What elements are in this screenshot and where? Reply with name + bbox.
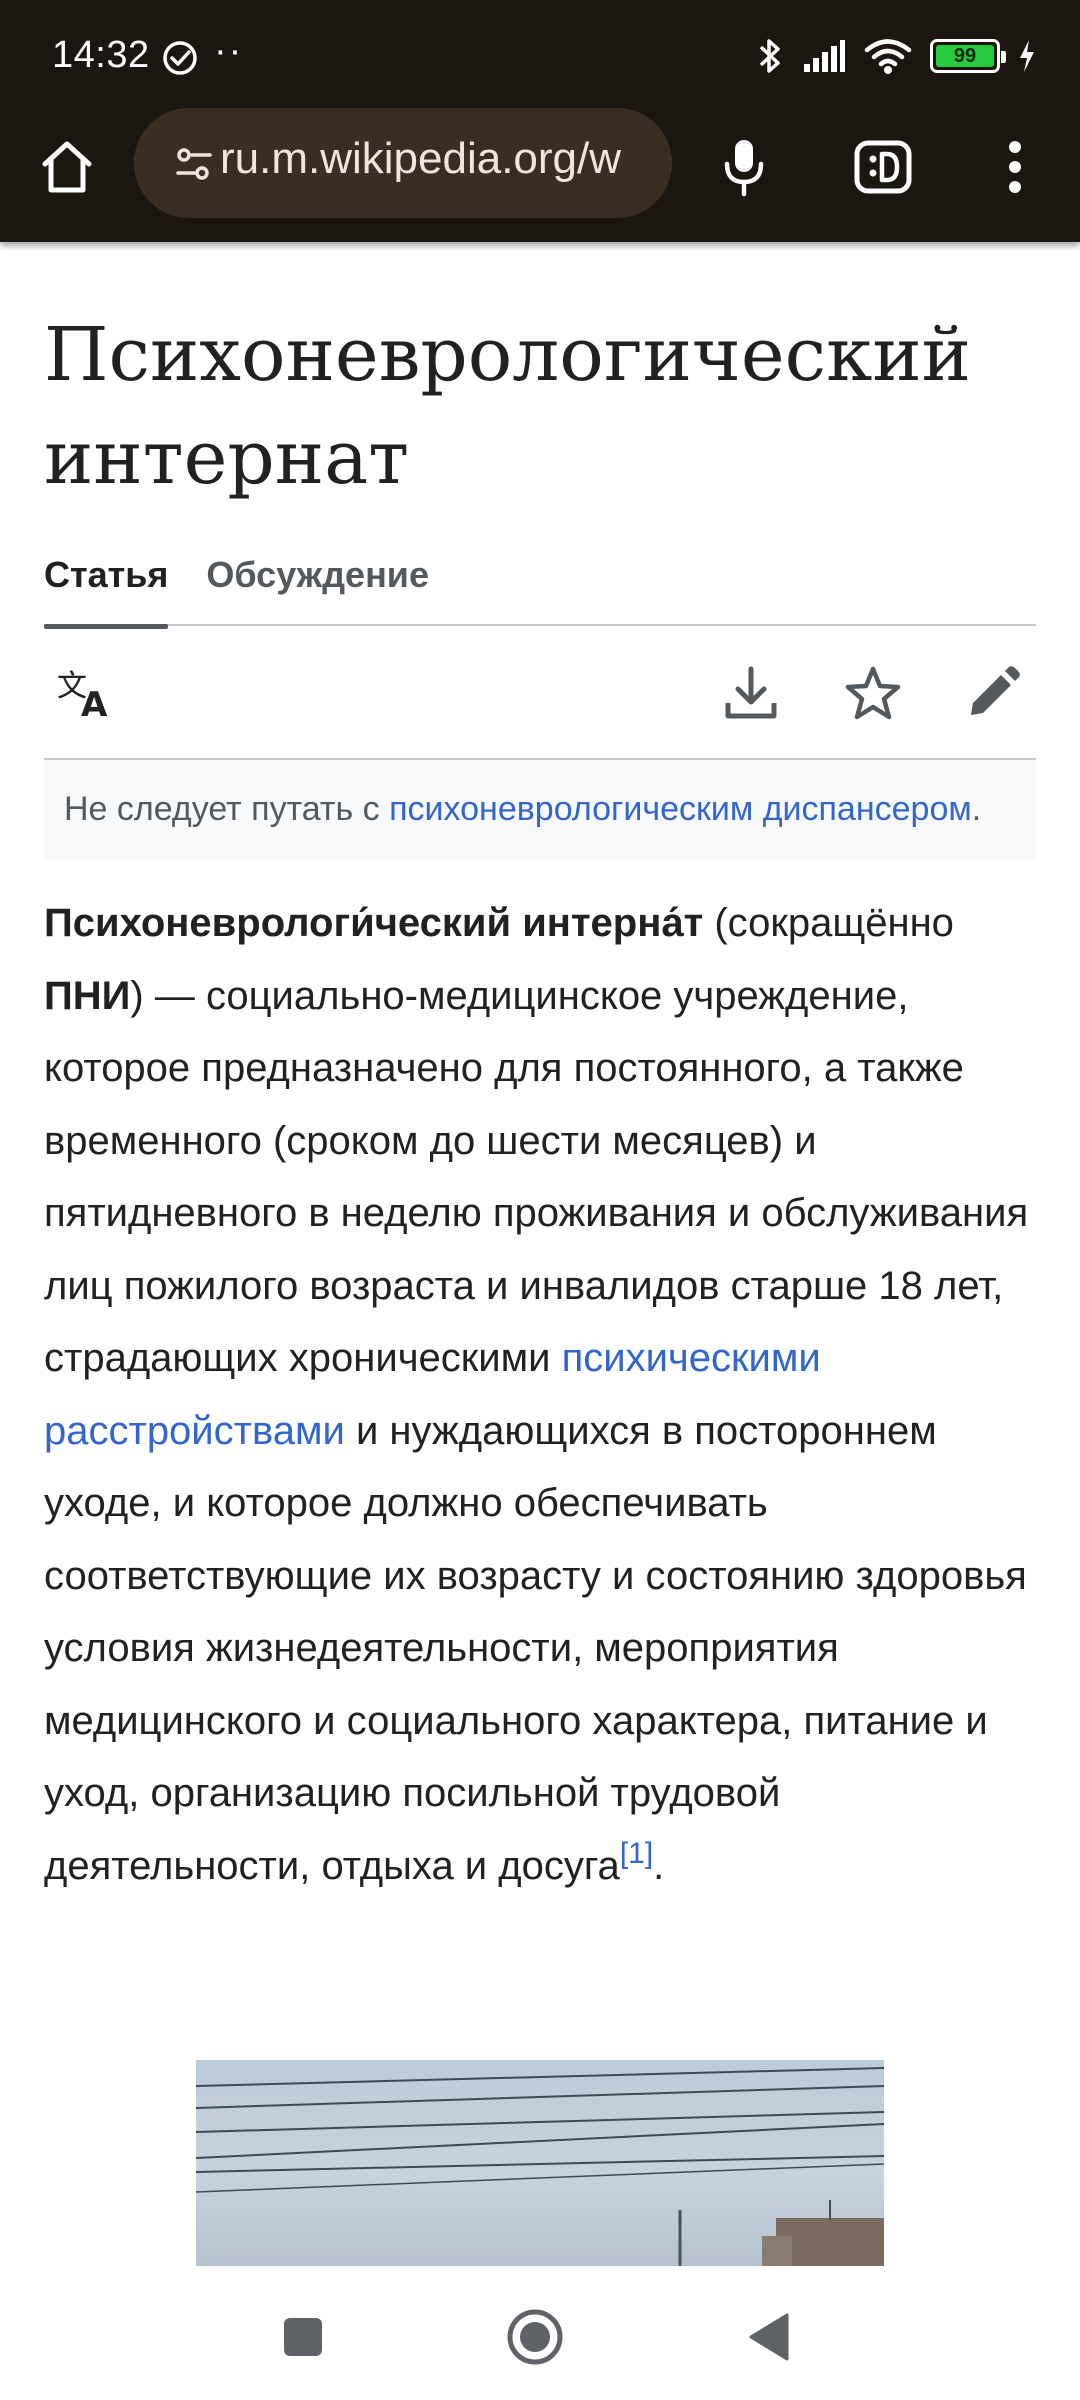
charging-icon	[1020, 40, 1034, 72]
page-title: Психоневрологический интернат	[44, 312, 971, 501]
edit-pencil-icon	[971, 666, 1020, 715]
url-text[interactable]: ru.m.wikipedia.org/w	[220, 134, 621, 184]
status-time: 14:32	[52, 34, 150, 76]
back-button[interactable]	[734, 2302, 804, 2372]
extension-button[interactable]	[848, 132, 918, 202]
article: Психоневрологический интернат Статья Обс…	[44, 242, 1036, 1902]
hatnote-suffix: .	[971, 790, 982, 828]
watch-button[interactable]	[840, 660, 906, 726]
extension-icon	[854, 140, 912, 194]
lead-text-3: и нуждающихся в постороннем уходе, и кот…	[44, 1408, 1027, 1888]
site-settings-icon[interactable]	[174, 144, 214, 184]
page-actions: 文 A	[44, 626, 1036, 760]
sync-icon	[163, 41, 197, 75]
browser-chrome: 14:32 ·· 99 ru.m.wikipedia.org/w	[0, 0, 1080, 242]
hatnote-prefix: Не следует путать с	[64, 790, 390, 828]
more-menu-button[interactable]	[990, 130, 1040, 204]
tab-talk[interactable]: Обсуждение	[206, 546, 429, 626]
notification-dots: ··	[214, 30, 244, 72]
bluetooth-icon	[759, 39, 780, 73]
voice-search-button[interactable]	[712, 130, 776, 204]
lead-paragraph: Психоневрологи́ческий интерна́т (сокращё…	[44, 887, 1036, 1902]
system-navigation-bar	[0, 2270, 1080, 2400]
battery-level: 99	[936, 45, 994, 67]
wifi-icon	[864, 39, 912, 74]
page-tabs: Статья Обсуждение	[44, 546, 1036, 629]
hatnote-link[interactable]: психоневрологическим диспансером	[389, 790, 972, 828]
tab-article[interactable]: Статья	[44, 546, 169, 629]
home-icon	[42, 141, 92, 193]
reference-link[interactable]: [1]	[620, 1837, 653, 1870]
back-triangle-icon	[749, 2313, 789, 2361]
lead-term: Психоневрологи́ческий интерна́т	[44, 901, 704, 945]
article-image[interactable]	[196, 2060, 884, 2266]
more-menu-icon	[1009, 141, 1021, 193]
lead-text-2: ) — социально-медицинское учреждение, ко…	[44, 973, 1029, 1381]
battery-icon: 99	[930, 39, 1006, 73]
edit-button[interactable]	[960, 660, 1026, 726]
lead-end: .	[653, 1843, 665, 1888]
sky-with-power-lines-image	[196, 2067, 884, 2266]
watch-star-icon	[845, 666, 901, 720]
browser-toolbar: ru.m.wikipedia.org/w	[0, 108, 1080, 236]
svg-text:A: A	[81, 685, 108, 720]
signal-icon	[804, 40, 845, 72]
hatnote: Не следует путать с психоневрологическим…	[44, 760, 1036, 861]
language-icon: 文 A	[57, 669, 108, 720]
recents-button[interactable]	[268, 2302, 338, 2372]
mic-icon	[724, 140, 764, 197]
home-nav-button[interactable]	[500, 2302, 570, 2372]
address-bar[interactable]: ru.m.wikipedia.org/w	[134, 108, 672, 218]
lead-abbr: ПНИ	[44, 973, 131, 1018]
language-button[interactable]: 文 A	[52, 660, 118, 726]
status-icons: 99	[756, 36, 1036, 76]
home-button[interactable]	[30, 130, 104, 204]
lead-text-1: (сокращённо	[703, 901, 954, 945]
status-bar: 14:32 ·· 99	[0, 0, 1080, 112]
recents-square-icon	[284, 2318, 322, 2356]
download-icon	[725, 666, 777, 719]
home-circle-icon	[507, 2309, 563, 2365]
download-button[interactable]	[718, 660, 784, 726]
